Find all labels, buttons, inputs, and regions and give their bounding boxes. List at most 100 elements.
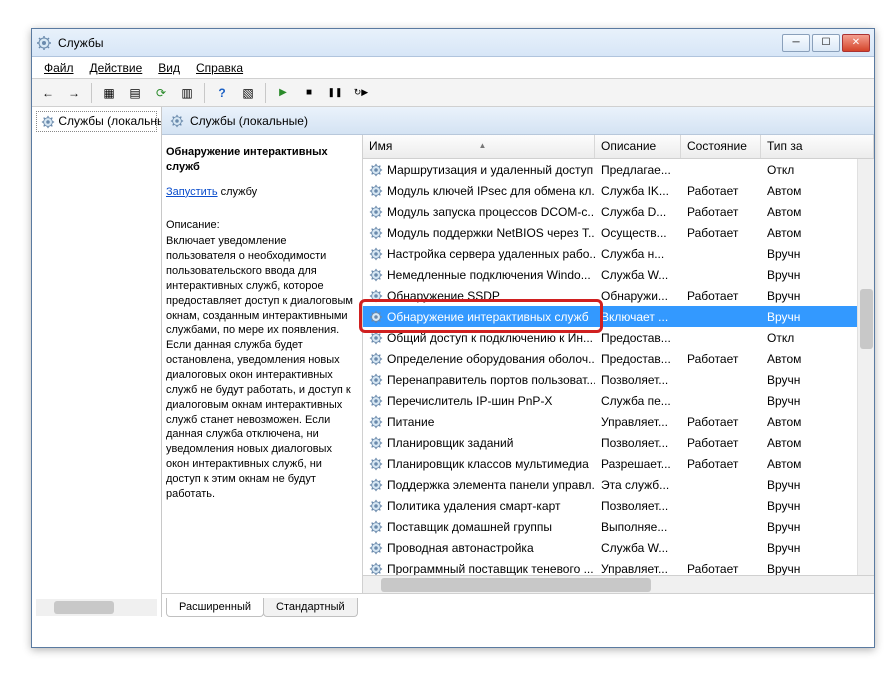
gear-icon — [369, 415, 383, 429]
play-icon: ▶ — [279, 87, 287, 98]
service-row[interactable]: Немедленные подключения Windo...Служба W… — [363, 264, 874, 285]
gear-icon — [369, 289, 383, 303]
service-row[interactable]: Политика удаления смарт-карт Позволяет...… — [363, 495, 874, 516]
description-text: Включает уведомление пользователя о необ… — [166, 234, 354, 501]
menu-help[interactable]: Справка — [190, 59, 249, 77]
gear-icon — [369, 331, 383, 345]
export-icon: ▥ — [181, 86, 192, 100]
service-description: Служба н... — [595, 247, 681, 261]
service-description: Служба W... — [595, 268, 681, 282]
selected-service-title: Обнаружение интерактивных служб — [166, 145, 354, 175]
menu-file[interactable]: Файл — [38, 59, 80, 77]
service-state: Работает — [681, 289, 761, 303]
gear-icon — [369, 352, 383, 366]
service-row[interactable]: Проводная автонастройкаСлужба W...Вручн — [363, 537, 874, 558]
service-name: Перечислитель IP-шин PnP-X — [387, 394, 552, 408]
service-row[interactable]: Планировщик классов мультимедиаРазрешает… — [363, 453, 874, 474]
service-name: Модуль запуска процессов DCOM-с... — [387, 205, 595, 219]
tree-item-services-local[interactable]: Службы (локальны — [36, 111, 157, 132]
export-button[interactable]: ▥ — [175, 81, 199, 105]
maximize-button[interactable]: ☐ — [812, 34, 840, 52]
refresh-icon: ⟳ — [156, 86, 166, 100]
gear-icon — [369, 499, 383, 513]
service-description: Разрешает... — [595, 457, 681, 471]
window-title: Службы — [58, 36, 782, 50]
gear-icon — [41, 115, 55, 129]
gear-icon — [369, 310, 383, 324]
service-name: Поставщик домашней группы — [387, 520, 552, 534]
gear-icon — [369, 562, 383, 576]
service-description: Служба пе... — [595, 394, 681, 408]
start-service-link[interactable]: Запустить — [166, 186, 218, 198]
titlebar[interactable]: Службы ─ ☐ ✕ — [32, 29, 874, 57]
detail-panel: Обнаружение интерактивных служб Запустит… — [162, 135, 362, 593]
column-state[interactable]: Состояние — [681, 135, 761, 158]
tree-horizontal-scrollbar[interactable] — [36, 599, 157, 616]
stop-service-button[interactable]: ■ — [297, 81, 321, 105]
service-description: Обнаружи... — [595, 289, 681, 303]
service-name: Маршрутизация и удаленный доступ — [387, 163, 593, 177]
start-suffix: службу — [218, 186, 258, 198]
service-row[interactable]: Настройка сервера удаленных рабо...Служб… — [363, 243, 874, 264]
service-row[interactable]: ПитаниеУправляет...РаботаетАвтом — [363, 411, 874, 432]
service-row[interactable]: Перенаправитель портов пользоват...Позво… — [363, 369, 874, 390]
minimize-button[interactable]: ─ — [782, 34, 810, 52]
services-window: Службы ─ ☐ ✕ Файл Действие Вид Справка ←… — [31, 28, 875, 648]
pause-icon: ❚❚ — [327, 87, 342, 98]
service-row[interactable]: Определение оборудования оболоч...Предос… — [363, 348, 874, 369]
service-row[interactable]: Поставщик домашней группыВыполняе...Вруч… — [363, 516, 874, 537]
list-button[interactable]: ▤ — [123, 81, 147, 105]
service-state: Работает — [681, 352, 761, 366]
service-row[interactable]: Перечислитель IP-шин PnP-XСлужба пе...Вр… — [363, 390, 874, 411]
gear-icon — [369, 520, 383, 534]
service-description: Выполняе... — [595, 520, 681, 534]
show-hide-tree-button[interactable]: ▦ — [97, 81, 121, 105]
start-service-button[interactable]: ▶ — [271, 81, 295, 105]
gear-icon — [369, 436, 383, 450]
back-button[interactable]: ← — [36, 81, 60, 105]
horizontal-scrollbar[interactable] — [363, 575, 874, 593]
gear-icon — [369, 457, 383, 471]
menu-action[interactable]: Действие — [84, 59, 149, 77]
service-row[interactable]: Модуль запуска процессов DCOM-с...Служба… — [363, 201, 874, 222]
gear-icon — [369, 268, 383, 282]
restart-icon: ↻▶ — [354, 87, 368, 98]
service-row[interactable]: Планировщик заданийПозволяет...РаботаетА… — [363, 432, 874, 453]
service-description: Позволяет... — [595, 499, 681, 513]
help-button[interactable]: ? — [210, 81, 234, 105]
column-startup-type[interactable]: Тип за — [761, 135, 874, 158]
service-row[interactable]: Обнаружение SSDPОбнаружи...РаботаетВручн — [363, 285, 874, 306]
service-row[interactable]: Поддержка элемента панели управл...Эта с… — [363, 474, 874, 495]
refresh-button[interactable]: ⟳ — [149, 81, 173, 105]
service-state: Работает — [681, 226, 761, 240]
pause-service-button[interactable]: ❚❚ — [323, 81, 347, 105]
column-name[interactable]: Имя — [363, 135, 595, 158]
menu-view[interactable]: Вид — [152, 59, 186, 77]
properties-button[interactable]: ▧ — [236, 81, 260, 105]
service-name: Питание — [387, 415, 434, 429]
service-row[interactable]: Модуль поддержки NetBIOS через T...Осуще… — [363, 222, 874, 243]
tree-icon: ▦ — [103, 86, 114, 100]
service-name: Определение оборудования оболоч... — [387, 352, 595, 366]
service-description: Служба IK... — [595, 184, 681, 198]
service-row[interactable]: Модуль ключей IPsec для обмена кл...Служ… — [363, 180, 874, 201]
service-row[interactable]: Маршрутизация и удаленный доступПредлага… — [363, 159, 874, 180]
service-row[interactable]: Обнаружение интерактивных службВключает … — [363, 306, 874, 327]
column-description[interactable]: Описание — [595, 135, 681, 158]
restart-service-button[interactable]: ↻▶ — [349, 81, 373, 105]
tab-extended[interactable]: Расширенный — [166, 598, 264, 617]
service-description: Включает ... — [595, 310, 681, 324]
tab-standard[interactable]: Стандартный — [263, 598, 358, 617]
service-row[interactable]: Общий доступ к подключению к Ин...Предос… — [363, 327, 874, 348]
vertical-scrollbar[interactable] — [857, 159, 874, 575]
service-name: Политика удаления смарт-карт — [387, 499, 561, 513]
close-button[interactable]: ✕ — [842, 34, 870, 52]
service-description: Управляет... — [595, 562, 681, 576]
forward-button[interactable]: → — [62, 81, 86, 105]
column-headers: Имя Описание Состояние Тип за — [363, 135, 874, 159]
service-name: Обнаружение SSDP — [387, 289, 500, 303]
service-name: Настройка сервера удаленных рабо... — [387, 247, 595, 261]
service-row[interactable]: Программный поставщик теневого ...Управл… — [363, 558, 874, 575]
service-list: Имя Описание Состояние Тип за Маршрутиза… — [362, 135, 874, 593]
help-icon: ? — [218, 86, 225, 100]
